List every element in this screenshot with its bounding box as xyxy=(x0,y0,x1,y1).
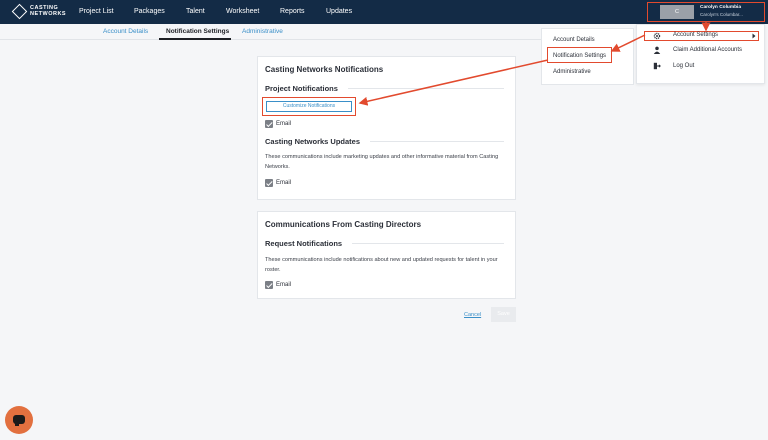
active-tab-indicator xyxy=(159,38,231,40)
tab-notification-settings[interactable]: Notification Settings xyxy=(166,28,229,35)
nav-reports[interactable]: Reports xyxy=(280,8,305,15)
logo-line-2: NETWORKS xyxy=(30,10,67,17)
gear-icon xyxy=(653,32,661,40)
user-menu-button[interactable]: C Carolyn Columbia Carolyn's Columbar... xyxy=(647,2,765,22)
customize-notifications-button[interactable]: Customize Notifications xyxy=(266,101,352,112)
submenu-item-administrative[interactable]: Administrative xyxy=(553,69,591,75)
request-description: These communications include notificatio… xyxy=(265,257,498,273)
user-dropdown-menu: Account Settings Claim Additional Accoun… xyxy=(636,24,765,84)
user-name: Carolyn Columbia xyxy=(700,5,742,10)
project-notifications-title: Project Notifications xyxy=(265,84,338,93)
nav-talent[interactable]: Talent xyxy=(186,8,205,15)
section-divider xyxy=(370,141,504,142)
diamond-logo-icon xyxy=(12,4,25,17)
card-title: Communications From Casting Directors xyxy=(265,220,422,229)
email-label: Email xyxy=(276,282,292,288)
casting-networks-notifications-card xyxy=(257,56,516,200)
user-account-name: Carolyn's Columbar... xyxy=(700,12,743,17)
casting-networks-updates-title: Casting Networks Updates xyxy=(265,137,361,146)
logout-icon xyxy=(653,62,661,70)
card-title: Casting Networks Notifications xyxy=(265,65,384,74)
submenu-item-account-details[interactable]: Account Details xyxy=(553,37,595,43)
menu-item-claim-accounts[interactable]: Claim Additional Accounts xyxy=(673,47,742,53)
nav-updates[interactable]: Updates xyxy=(326,8,352,15)
tab-account-details[interactable]: Account Details xyxy=(103,28,148,35)
nav-project-list[interactable]: Project List xyxy=(79,8,114,15)
cancel-link[interactable]: Cancel xyxy=(464,312,481,318)
avatar: C xyxy=(660,5,694,19)
updates-description: These communications include marketing u… xyxy=(265,154,499,170)
notification-settings-highlight xyxy=(547,47,612,63)
chat-icon xyxy=(13,415,25,426)
chevron-right-icon xyxy=(752,33,756,39)
nav-packages[interactable]: Packages xyxy=(134,8,165,15)
chat-widget-button[interactable] xyxy=(5,406,33,434)
menu-item-account-settings[interactable]: Account Settings xyxy=(673,32,718,38)
request-notifications-title: Request Notifications xyxy=(265,239,343,248)
menu-item-log-out[interactable]: Log Out xyxy=(673,63,694,69)
email-checkbox[interactable] xyxy=(265,281,273,289)
top-nav: CASTING NETWORKS Project List Packages T… xyxy=(0,0,768,24)
casting-networks-logo[interactable]: CASTING NETWORKS xyxy=(12,4,66,17)
person-icon xyxy=(653,46,661,54)
email-label: Email xyxy=(276,121,292,127)
nav-worksheet[interactable]: Worksheet xyxy=(226,8,259,15)
email-checkbox[interactable] xyxy=(265,120,273,128)
save-button[interactable]: Save xyxy=(491,307,516,322)
email-label: Email xyxy=(276,180,292,186)
email-checkbox[interactable] xyxy=(265,179,273,187)
section-divider xyxy=(348,88,504,89)
section-divider xyxy=(352,243,504,244)
tab-administrative[interactable]: Administrative xyxy=(242,28,283,35)
